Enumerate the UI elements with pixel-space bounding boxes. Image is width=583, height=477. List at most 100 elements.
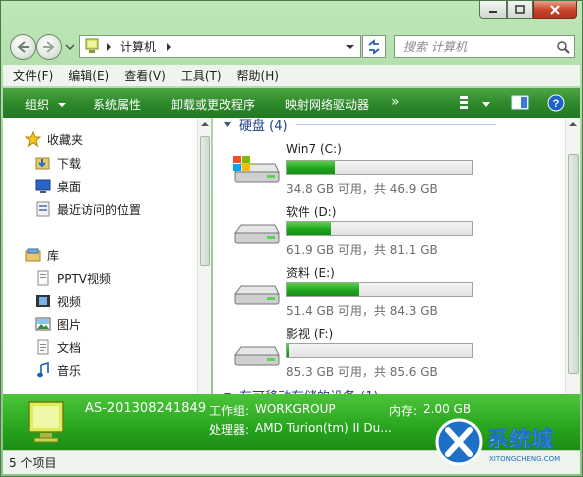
- content-scrollbar-thumb[interactable]: [568, 154, 579, 374]
- view-options-dropdown[interactable]: [481, 98, 491, 112]
- menu-tools[interactable]: 工具(T): [181, 67, 222, 84]
- hard-drive-icon: [234, 224, 280, 244]
- drive-free-space: 51.4 GB 可用，共 84.3 GB: [286, 304, 438, 318]
- drive-item-e[interactable]: 资料 (E:) 51.4 GB 可用，共 84.3 GB: [231, 264, 561, 322]
- drive-free-space: 34.8 GB 可用，共 46.9 GB: [286, 182, 438, 196]
- processor-label: 处理器:: [209, 423, 250, 437]
- map-network-drive-button[interactable]: 映射网络驱动器: [285, 96, 369, 113]
- drive-free-space: 61.9 GB 可用，共 81.1 GB: [286, 243, 438, 257]
- address-row: 计算机 搜索 计算机: [1, 29, 582, 63]
- nav-item-label: 图片: [57, 317, 82, 332]
- nav-favorites[interactable]: 收藏夹: [25, 128, 215, 150]
- group-header-label: 有可移动存储的设备 (1): [239, 386, 379, 394]
- svg-text:?: ?: [553, 98, 560, 110]
- search-input[interactable]: 搜索 计算机: [394, 35, 575, 58]
- nav-item-label: 视频: [57, 294, 82, 309]
- nav-libraries[interactable]: 库: [25, 244, 215, 266]
- refresh-button[interactable]: [362, 35, 386, 58]
- nav-libraries-label: 库: [47, 248, 60, 263]
- document-icon: [37, 339, 49, 355]
- watermark-logo: 系统城 XITONGCHENG.COM: [435, 418, 560, 466]
- scroll-up-icon[interactable]: [198, 118, 212, 130]
- search-placeholder: 搜索 计算机: [403, 40, 467, 54]
- nav-item-label: 桌面: [57, 179, 82, 194]
- chevron-right-icon: [107, 42, 111, 51]
- navigation-pane: 收藏夹 下载 桌面 最近访问的位置 库 PPTV视频 视频 图片 文档 音乐: [3, 118, 199, 394]
- nav-item-label: PPTV视频: [57, 271, 112, 286]
- drive-name: 软件 (D:): [286, 205, 337, 219]
- menu-view[interactable]: 查看(V): [124, 67, 166, 84]
- svg-text:系统城: 系统城: [487, 427, 553, 453]
- content-scrollbar[interactable]: [565, 118, 580, 394]
- item-count: 5 个项目: [9, 456, 57, 470]
- hard-drive-icon: [234, 346, 280, 366]
- chevron-down-icon: [482, 102, 490, 107]
- computer-icon: [85, 38, 99, 53]
- system-drive-icon: [233, 156, 280, 183]
- drive-usage-fill: [287, 222, 332, 235]
- group-header-hard-disks[interactable]: 硬盘 (4): [223, 118, 496, 134]
- nav-scrollbar[interactable]: [197, 118, 211, 394]
- computer-name: AS-201308241849: [85, 401, 207, 416]
- uninstall-program-button[interactable]: 卸载或更改程序: [171, 96, 255, 113]
- memory-label: 内存:: [389, 404, 418, 418]
- command-toolbar: 组织 系统属性 卸载或更改程序 映射网络驱动器 » ?: [3, 88, 580, 118]
- document-folder-icon: [37, 270, 49, 286]
- music-note-icon: [37, 362, 49, 378]
- change-view-button[interactable]: [459, 95, 471, 114]
- close-button[interactable]: [533, 1, 577, 19]
- nav-scrollbar-thumb[interactable]: [200, 136, 210, 266]
- maximize-button[interactable]: [507, 1, 533, 19]
- group-divider: [295, 124, 496, 125]
- close-icon: [550, 4, 560, 15]
- drive-item-d[interactable]: 软件 (D:) 61.9 GB 可用，共 81.1 GB: [231, 203, 561, 261]
- drive-usage-bar: [286, 160, 473, 175]
- menu-edit[interactable]: 编辑(E): [68, 67, 109, 84]
- address-bar[interactable]: 计算机: [79, 35, 361, 58]
- back-button[interactable]: [10, 34, 36, 60]
- chevron-right-icon[interactable]: [164, 41, 174, 53]
- drive-usage-bar: [286, 282, 473, 297]
- drive-usage-fill: [287, 283, 360, 296]
- nav-item-label: 音乐: [57, 363, 82, 378]
- drive-usage-fill: [287, 161, 336, 174]
- menu-file[interactable]: 文件(F): [13, 67, 53, 84]
- refresh-icon: [368, 38, 380, 55]
- breadcrumb-computer[interactable]: 计算机: [120, 38, 156, 55]
- group-header-removable[interactable]: 有可移动存储的设备 (1): [223, 386, 477, 394]
- maximize-icon: [515, 4, 525, 14]
- system-properties-button[interactable]: 系统属性: [93, 96, 141, 113]
- library-icon: [25, 248, 41, 262]
- minimize-icon: [489, 10, 497, 13]
- menu-help[interactable]: 帮助(H): [237, 67, 279, 84]
- workgroup-value: WORKGROUP: [255, 402, 336, 416]
- drive-usage-bar: [286, 343, 473, 358]
- drive-item-c[interactable]: Win7 (C:) 34.8 GB 可用，共 46.9 GB: [231, 142, 561, 200]
- help-icon: ?: [547, 94, 565, 112]
- help-button[interactable]: ?: [547, 94, 565, 115]
- drive-free-space: 85.3 GB 可用，共 85.6 GB: [286, 365, 438, 379]
- preview-pane-button[interactable]: [511, 95, 529, 114]
- drive-name: 资料 (E:): [286, 266, 335, 280]
- desktop-icon: [35, 179, 51, 193]
- chevron-down-icon[interactable]: [344, 40, 356, 54]
- drive-item-f[interactable]: 影视 (F:) 85.3 GB 可用，共 85.6 GB: [231, 325, 561, 383]
- nav-item-label: 文档: [57, 340, 82, 355]
- computer-icon: [28, 401, 64, 443]
- svg-text:XITONGCHENG.COM: XITONGCHENG.COM: [489, 455, 560, 463]
- minimize-button[interactable]: [479, 1, 507, 19]
- scroll-up-icon[interactable]: [566, 118, 580, 130]
- collapse-triangle-icon[interactable]: [223, 120, 233, 130]
- preview-pane-icon: [511, 95, 529, 110]
- explorer-window: 计算机 搜索 计算机 文件(F) 编辑(E) 查看(V) 工具(T) 帮助(H)…: [0, 0, 583, 477]
- arrow-left-icon: [17, 41, 29, 53]
- forward-button[interactable]: [36, 34, 62, 60]
- recent-places-icon: [36, 201, 50, 217]
- organize-label: 组织: [25, 98, 50, 112]
- memory-value: 2.00 GB: [423, 402, 472, 416]
- recent-pages-dropdown-icon[interactable]: [64, 41, 76, 53]
- picture-icon: [35, 317, 51, 331]
- drive-name: Win7 (C:): [286, 142, 342, 156]
- organize-button[interactable]: 组织: [25, 96, 67, 113]
- more-commands-button[interactable]: »: [391, 94, 400, 110]
